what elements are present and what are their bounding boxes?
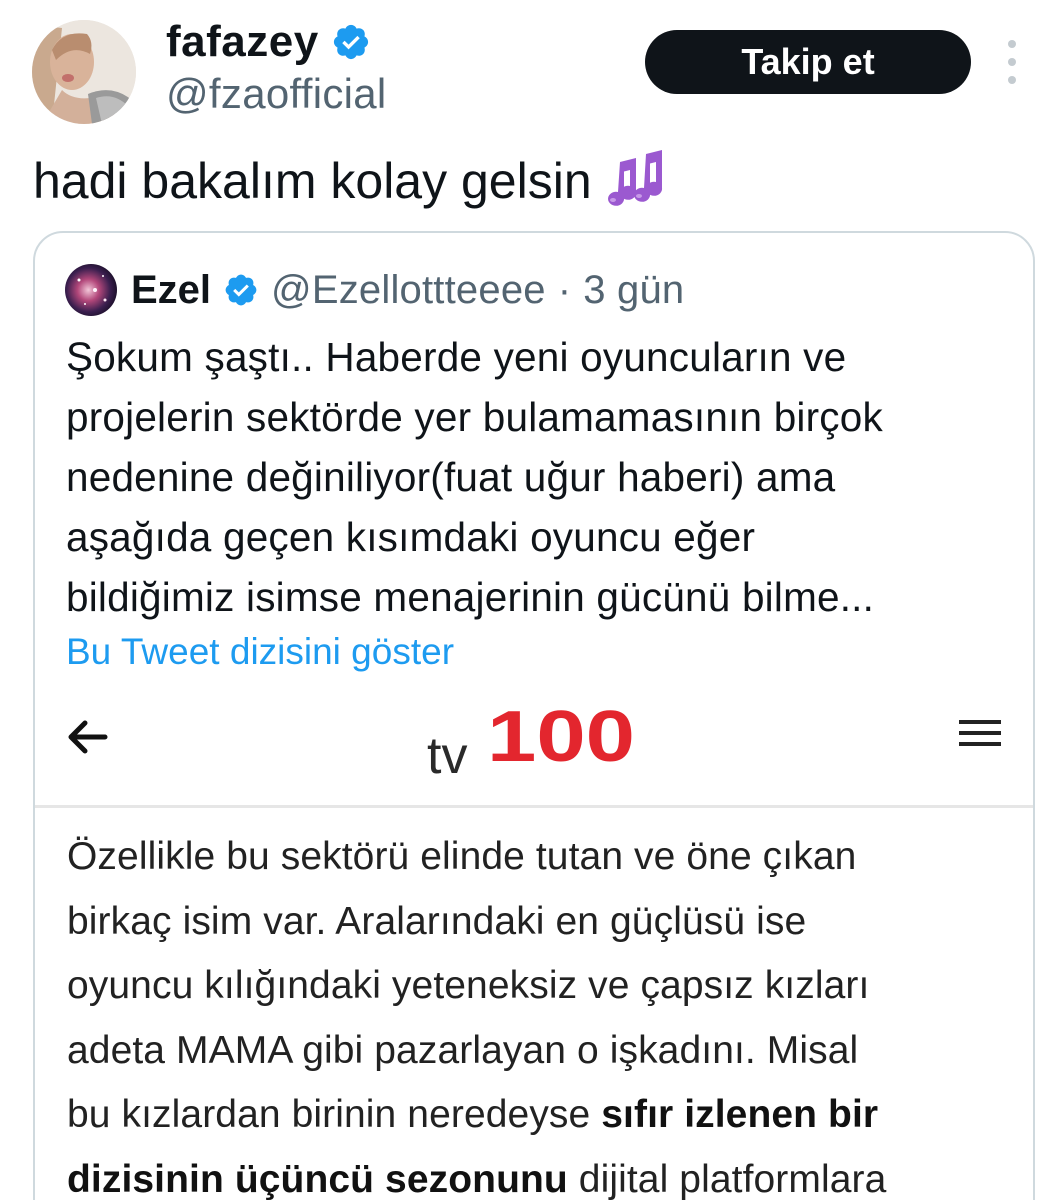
article-line: birkaç isim var. Aralarındaki en güçlüsü… [67,890,1007,955]
embedded-site-header: tv 100 [35,707,1033,808]
article-line: bu kızlardan birinin neredeyse sıfır izl… [67,1083,1007,1148]
article-bold-text: dizisinin üçüncü sezonunu [67,1157,568,1200]
article-text: dijital platformlara [567,1157,887,1200]
article-line: Özellikle bu sektörü elinde tutan ve öne… [67,825,1007,890]
more-vertical-icon[interactable] [996,40,1028,84]
article-text: bu kızlardan birinin neredeyse [67,1093,602,1136]
quoted-body-line: bildiğimiz isimse menajerinin gücünü bil… [66,574,875,620]
author-display-name[interactable]: fafazey [166,17,319,67]
article-text: adeta MAMA gibi pazarlayan o işkadını. M… [67,1028,859,1072]
verified-badge-icon [225,274,257,306]
article-line: oyuncu kılığındaki yeteneksiz ve çapsız … [67,954,1007,1019]
article-bold-text: sıfır izlenen bir [601,1093,879,1136]
musical-notes-icon [607,150,662,206]
quoted-media-image[interactable]: tv 100 Özellikle bu sektörü elinde tutan… [35,707,1033,1200]
article-line: adeta MAMA gibi pazarlayan o işkadını. M… [67,1019,1007,1084]
quoted-tweet-card[interactable]: Ezel @Ezellottteeee · 3 gün Şokum şaştı.… [33,231,1035,1200]
arrow-left-icon [68,720,108,754]
quoted-body-line: projelerin sektörde yer bulamamasının bi… [66,394,883,440]
quoted-author-avatar[interactable] [65,264,117,316]
quoted-body-line: Şokum şaştı.. Haberde yeni oyuncuların v… [66,334,847,380]
author-name-row: fafazey [166,14,371,70]
author-avatar[interactable] [32,20,136,124]
article-text: Özellikle bu sektörü elinde tutan ve öne… [67,835,857,878]
tweet-page: fafazey @fzaofficial Takip et hadi bakal… [0,0,1046,1200]
show-thread-link[interactable]: Bu Tweet dizisini göster [66,631,454,673]
quoted-body-line: aşağıda geçen kısımdaki oyuncu eğer [66,514,756,560]
quoted-tweet-header: Ezel @Ezellottteeee · 3 gün [65,263,684,317]
quoted-author-handle[interactable]: @Ezellottteeee [271,268,546,313]
verified-badge-icon [333,24,368,60]
tweet-text: hadi bakalım kolay gelsin [33,148,672,214]
article-text: birkaç isim var. Aralarındaki en güçlüsü… [67,899,807,943]
quoted-body-line: nedenine değiniliyor(fuat uğur haberi) a… [66,454,836,500]
logo-prefix: tv [427,727,467,779]
tweet-text-content: hadi bakalım kolay gelsin [33,153,592,209]
quoted-timestamp[interactable]: 3 gün [583,268,684,313]
quoted-author-display-name[interactable]: Ezel [131,268,211,313]
quoted-tweet-body: Şokum şaştı.. Haberde yeni oyuncuların v… [66,327,1016,627]
follow-button[interactable]: Takip et [645,30,971,94]
article-line: dizisinin üçüncü sezonunu dijital platfo… [67,1148,1007,1200]
author-handle[interactable]: @fzaofficial [166,70,387,118]
hamburger-menu-icon [959,720,1001,746]
logo-number: 100 [487,707,635,777]
tv100-logo: tv 100 [427,707,635,779]
meta-separator: · [557,267,572,312]
article-text: oyuncu kılığındaki yeteneksiz ve çapsız … [67,964,870,1007]
embedded-article-text: Özellikle bu sektörü elinde tutan ve öne… [67,825,1007,1200]
